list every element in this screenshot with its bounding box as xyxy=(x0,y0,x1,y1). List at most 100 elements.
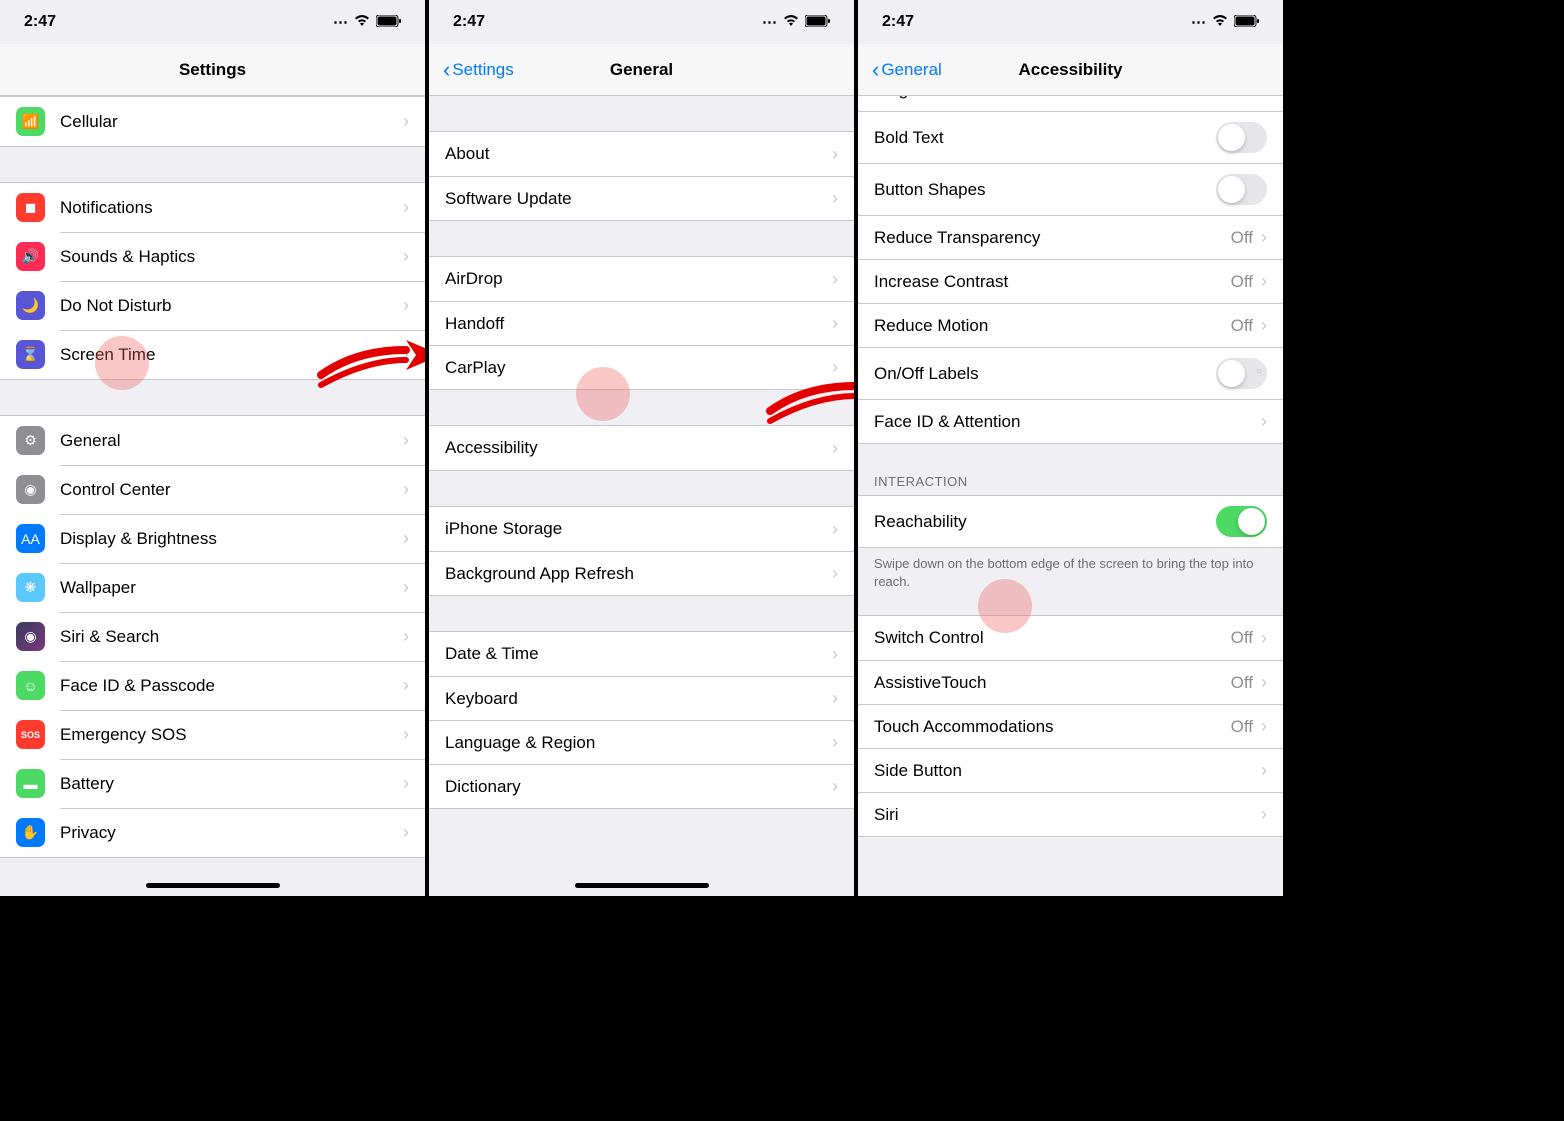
phone-accessibility: 2:47 ⋯ ‹ General Accessibility Larger Te… xyxy=(858,0,1287,896)
settings-row-faceid[interactable]: ☺ Face ID & Passcode › xyxy=(0,661,425,710)
settings-row-notifications[interactable]: ◼ Notifications › xyxy=(0,183,425,232)
chevron-right-icon: › xyxy=(403,675,409,696)
status-bar: 2:47 ⋯ xyxy=(858,0,1283,44)
settings-row-screentime[interactable]: ⌛ Screen Time › xyxy=(0,330,425,379)
chevron-right-icon: › xyxy=(832,732,838,753)
settings-row-controlcenter[interactable]: ◉ Control Center › xyxy=(0,465,425,514)
chevron-right-icon: › xyxy=(403,111,409,132)
chevron-right-icon: › xyxy=(1261,271,1267,292)
accessibility-row-assistivetouch[interactable]: AssistiveTouchOff› xyxy=(858,660,1283,704)
nav-title: Settings xyxy=(0,60,425,80)
chevron-right-icon: › xyxy=(1261,760,1267,781)
accessibility-row-reducemotion[interactable]: Reduce MotionOff› xyxy=(858,303,1283,347)
settings-row-display[interactable]: AA Display & Brightness › xyxy=(0,514,425,563)
wifi-icon xyxy=(1212,14,1228,31)
general-icon: ⚙ xyxy=(16,426,45,455)
settings-row-wallpaper[interactable]: ❋ Wallpaper › xyxy=(0,563,425,612)
notifications-icon: ◼ xyxy=(16,193,45,222)
general-row-softwareupdate[interactable]: Software Update› xyxy=(429,176,854,220)
toggle[interactable] xyxy=(1216,506,1267,537)
display-icon: AA xyxy=(16,524,45,553)
chevron-left-icon: ‹ xyxy=(443,57,450,83)
accessibility-row-sidebutton[interactable]: Side Button› xyxy=(858,748,1283,792)
accessibility-row-largertext[interactable]: Larger Text Off › xyxy=(858,96,1283,112)
section-header-interaction: INTERACTION xyxy=(858,468,1283,495)
toggle[interactable] xyxy=(1216,122,1267,153)
settings-row-cellular[interactable]: 📶 Cellular › xyxy=(0,97,425,146)
chevron-right-icon: › xyxy=(832,357,838,378)
settings-row-privacy[interactable]: ✋ Privacy › xyxy=(0,808,425,857)
chevron-right-icon: › xyxy=(1261,672,1267,693)
nav-bar-settings: Settings xyxy=(0,44,425,96)
accessibility-row-faceidattention[interactable]: Face ID & Attention› xyxy=(858,399,1283,443)
general-row-keyboard[interactable]: Keyboard› xyxy=(429,676,854,720)
accessibility-row-touchaccommodations[interactable]: Touch AccommodationsOff› xyxy=(858,704,1283,748)
wifi-icon xyxy=(354,14,370,31)
chevron-right-icon: › xyxy=(832,144,838,165)
chevron-right-icon: › xyxy=(403,430,409,451)
accessibility-row-onofflabels[interactable]: On/Off Labels xyxy=(858,347,1283,399)
chevron-right-icon: › xyxy=(1261,411,1267,432)
chevron-right-icon: › xyxy=(403,626,409,647)
toggle[interactable] xyxy=(1216,358,1267,389)
general-row-about[interactable]: About› xyxy=(429,132,854,176)
cellular-icon: 📶 xyxy=(16,107,45,136)
general-row-language[interactable]: Language & Region› xyxy=(429,720,854,764)
accessibility-row-boldtext[interactable]: Bold Text xyxy=(858,112,1283,163)
general-row-datetime[interactable]: Date & Time› xyxy=(429,632,854,676)
chevron-right-icon: › xyxy=(403,246,409,267)
settings-row-dnd[interactable]: 🌙 Do Not Disturb › xyxy=(0,281,425,330)
chevron-right-icon: › xyxy=(1261,628,1267,649)
battery-icon xyxy=(805,14,830,31)
accessibility-row-switchcontrol[interactable]: Switch ControlOff› xyxy=(858,616,1283,660)
sounds-icon: 🔊 xyxy=(16,242,45,271)
back-button[interactable]: ‹ General xyxy=(872,57,942,83)
general-row-accessibility[interactable]: Accessibility› xyxy=(429,426,854,470)
chevron-right-icon: › xyxy=(832,313,838,334)
content-settings[interactable]: 📶 Cellular › ◼ Notifications › 🔊 Sounds … xyxy=(0,96,425,896)
general-row-iphonestorage[interactable]: iPhone Storage› xyxy=(429,507,854,551)
chevron-left-icon: ‹ xyxy=(872,57,879,83)
toggle[interactable] xyxy=(1216,174,1267,205)
back-button[interactable]: ‹ Settings xyxy=(443,57,514,83)
accessibility-row-increasecontrast[interactable]: Increase ContrastOff› xyxy=(858,259,1283,303)
chevron-right-icon: › xyxy=(832,188,838,209)
home-indicator[interactable] xyxy=(575,883,709,888)
settings-row-siri[interactable]: ◉ Siri & Search › xyxy=(0,612,425,661)
general-row-airdrop[interactable]: AirDrop› xyxy=(429,257,854,301)
general-row-dictionary[interactable]: Dictionary› xyxy=(429,764,854,808)
cellular-dots-icon: ⋯ xyxy=(762,13,777,31)
general-row-bgrefresh[interactable]: Background App Refresh› xyxy=(429,551,854,595)
chevron-right-icon: › xyxy=(832,563,838,584)
chevron-right-icon: › xyxy=(403,295,409,316)
cellular-dots-icon: ⋯ xyxy=(333,13,348,31)
chevron-right-icon: › xyxy=(403,724,409,745)
status-icons: ⋯ xyxy=(762,13,830,31)
status-time: 2:47 xyxy=(882,13,914,31)
settings-row-sos[interactable]: SOS Emergency SOS › xyxy=(0,710,425,759)
home-indicator[interactable] xyxy=(146,883,280,888)
battery-icon xyxy=(1234,14,1259,31)
nav-bar-general: ‹ Settings General xyxy=(429,44,854,96)
content-general[interactable]: About› Software Update› AirDrop› Handoff… xyxy=(429,96,854,896)
general-row-carplay[interactable]: CarPlay› xyxy=(429,345,854,389)
settings-row-general[interactable]: ⚙ General › xyxy=(0,416,425,465)
accessibility-row-siri[interactable]: Siri› xyxy=(858,792,1283,836)
chevron-right-icon: › xyxy=(403,773,409,794)
accessibility-row-reachability[interactable]: Reachability xyxy=(858,496,1283,547)
privacy-icon: ✋ xyxy=(16,818,45,847)
phone-settings: 2:47 ⋯ Settings 📶 Cellular › ◼ Notificat… xyxy=(0,0,429,896)
siri-icon: ◉ xyxy=(16,622,45,651)
faceid-icon: ☺ xyxy=(16,671,45,700)
content-accessibility[interactable]: Larger Text Off › Bold Text Button Shape… xyxy=(858,96,1283,896)
screentime-icon: ⌛ xyxy=(16,340,45,369)
sos-icon: SOS xyxy=(16,720,45,749)
accessibility-row-buttonshapes[interactable]: Button Shapes xyxy=(858,163,1283,215)
settings-row-sounds[interactable]: 🔊 Sounds & Haptics › xyxy=(0,232,425,281)
settings-row-battery[interactable]: ▬ Battery › xyxy=(0,759,425,808)
general-row-handoff[interactable]: Handoff› xyxy=(429,301,854,345)
chevron-right-icon: › xyxy=(832,688,838,709)
accessibility-row-reducetransparency[interactable]: Reduce TransparencyOff› xyxy=(858,215,1283,259)
chevron-right-icon: › xyxy=(1261,315,1267,336)
chevron-right-icon: › xyxy=(403,479,409,500)
